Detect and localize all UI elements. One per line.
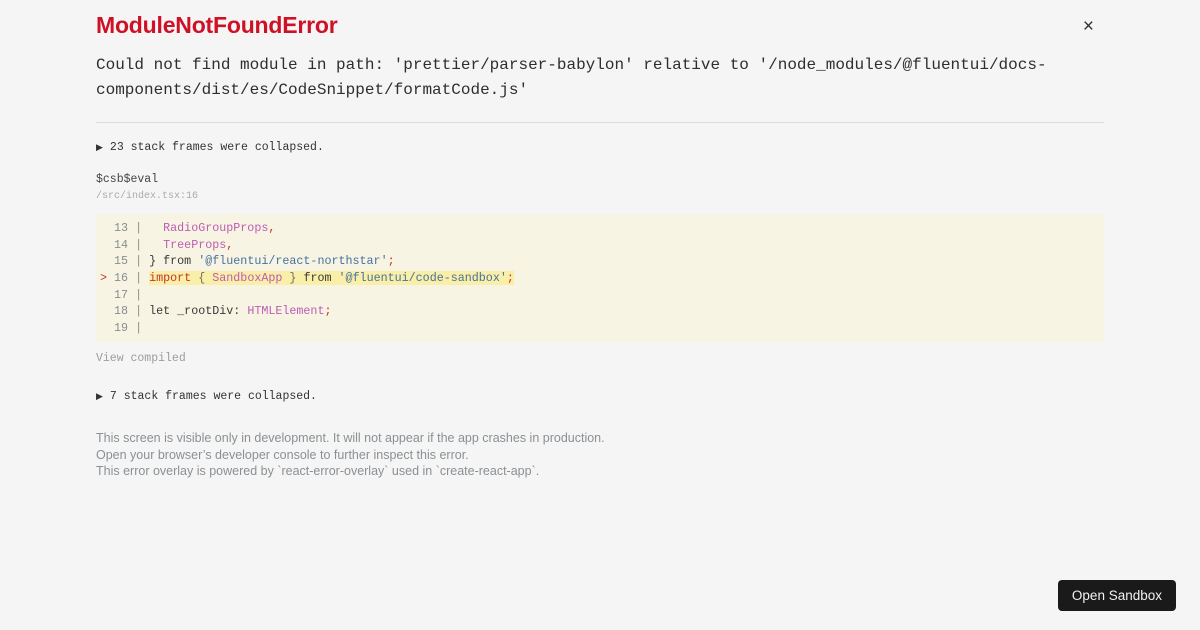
code-text: let _rootDiv: HTMLElement; bbox=[149, 304, 331, 318]
token-punct: , bbox=[268, 221, 276, 236]
line-number: 19 | bbox=[114, 320, 150, 335]
line-marker bbox=[100, 321, 114, 335]
token-identifier: TreeProps bbox=[163, 237, 227, 252]
code-line: 14 | TreeProps, bbox=[100, 237, 1100, 254]
frame-function-name: $csb$eval bbox=[96, 173, 159, 187]
token-brace: } bbox=[282, 271, 304, 286]
footer-note: This screen is visible only in developme… bbox=[96, 431, 605, 446]
line-marker bbox=[100, 238, 114, 252]
token-string: '@fluentui/code-sandbox' bbox=[338, 271, 507, 286]
code-text: } from '@fluentui/react-northstar'; bbox=[149, 254, 395, 268]
token-punct: ; bbox=[506, 271, 514, 286]
token-string: '@fluentui/react-northstar' bbox=[198, 254, 388, 269]
line-marker bbox=[100, 304, 114, 318]
token-identifier: SandboxApp bbox=[212, 271, 283, 286]
token-identifier: RadioGroupProps bbox=[163, 221, 269, 236]
footer-note: Open your browser’s developer console to… bbox=[96, 447, 469, 462]
line-marker bbox=[100, 288, 114, 302]
token-plain: from bbox=[303, 271, 339, 286]
token-punct: ; bbox=[387, 254, 395, 269]
collapse-triangle-icon: ▶ bbox=[96, 142, 103, 153]
collapse-triangle-icon: ▶ bbox=[96, 391, 103, 402]
error-message: Could not find module in path: 'prettier… bbox=[96, 56, 1047, 100]
overlay-header: ModuleNotFoundError × bbox=[96, 0, 1104, 38]
view-compiled-link[interactable]: View compiled bbox=[96, 352, 186, 365]
token-plain: } from bbox=[149, 254, 199, 269]
token-punct: ; bbox=[324, 304, 332, 319]
open-sandbox-button[interactable]: Open Sandbox bbox=[1057, 580, 1176, 611]
code-line: 19 | bbox=[100, 320, 1100, 337]
code-text: RadioGroupProps, bbox=[149, 221, 275, 235]
code-text: import { SandboxApp } from '@fluentui/co… bbox=[149, 271, 514, 286]
collapsed-frames-top[interactable]: ▶ 23 stack frames were collapsed. bbox=[96, 141, 1104, 154]
error-line-marker: > bbox=[100, 271, 115, 286]
token-plain: let _rootDiv: bbox=[149, 304, 248, 319]
footer-notes: This screen is visible only in developme… bbox=[96, 430, 1104, 479]
line-number: 16 | bbox=[114, 271, 150, 286]
token-identifier: HTMLElement bbox=[247, 304, 325, 319]
code-line: > 16 | import { SandboxApp } from '@flue… bbox=[100, 270, 1100, 287]
frame-location: /src/index.tsx:16 bbox=[96, 191, 199, 203]
code-frame: 13 | RadioGroupProps, 14 | TreeProps, 15… bbox=[96, 214, 1104, 343]
token-keyword: import bbox=[149, 271, 192, 286]
collapsed-frames-top-label: 23 stack frames were collapsed. bbox=[109, 141, 324, 155]
collapsed-frames-bottom-label: 7 stack frames were collapsed. bbox=[109, 390, 317, 404]
token-punct: , bbox=[226, 237, 234, 252]
error-title: ModuleNotFoundError bbox=[96, 12, 338, 38]
line-number: 14 | bbox=[114, 237, 150, 252]
line-number: 13 | bbox=[114, 221, 150, 236]
divider bbox=[96, 122, 1104, 124]
code-line: 15 | } from '@fluentui/react-northstar'; bbox=[100, 253, 1100, 270]
token-brace: { bbox=[191, 271, 213, 286]
footer-note: This error overlay is powered by `react-… bbox=[96, 464, 540, 479]
collapsed-frames-bottom[interactable]: ▶ 7 stack frames were collapsed. bbox=[96, 390, 1104, 403]
close-icon[interactable]: × bbox=[1077, 15, 1100, 38]
line-marker bbox=[100, 221, 114, 235]
line-number: 17 | bbox=[114, 287, 150, 302]
code-text: TreeProps, bbox=[149, 238, 233, 252]
line-number: 15 | bbox=[114, 254, 150, 269]
code-line: 17 | bbox=[100, 287, 1100, 304]
code-line: 13 | RadioGroupProps, bbox=[100, 220, 1100, 237]
error-overlay: ModuleNotFoundError × Could not find mod… bbox=[0, 0, 1200, 480]
line-number: 18 | bbox=[114, 304, 150, 319]
line-marker bbox=[100, 254, 114, 268]
code-line: 18 | let _rootDiv: HTMLElement; bbox=[100, 303, 1100, 320]
